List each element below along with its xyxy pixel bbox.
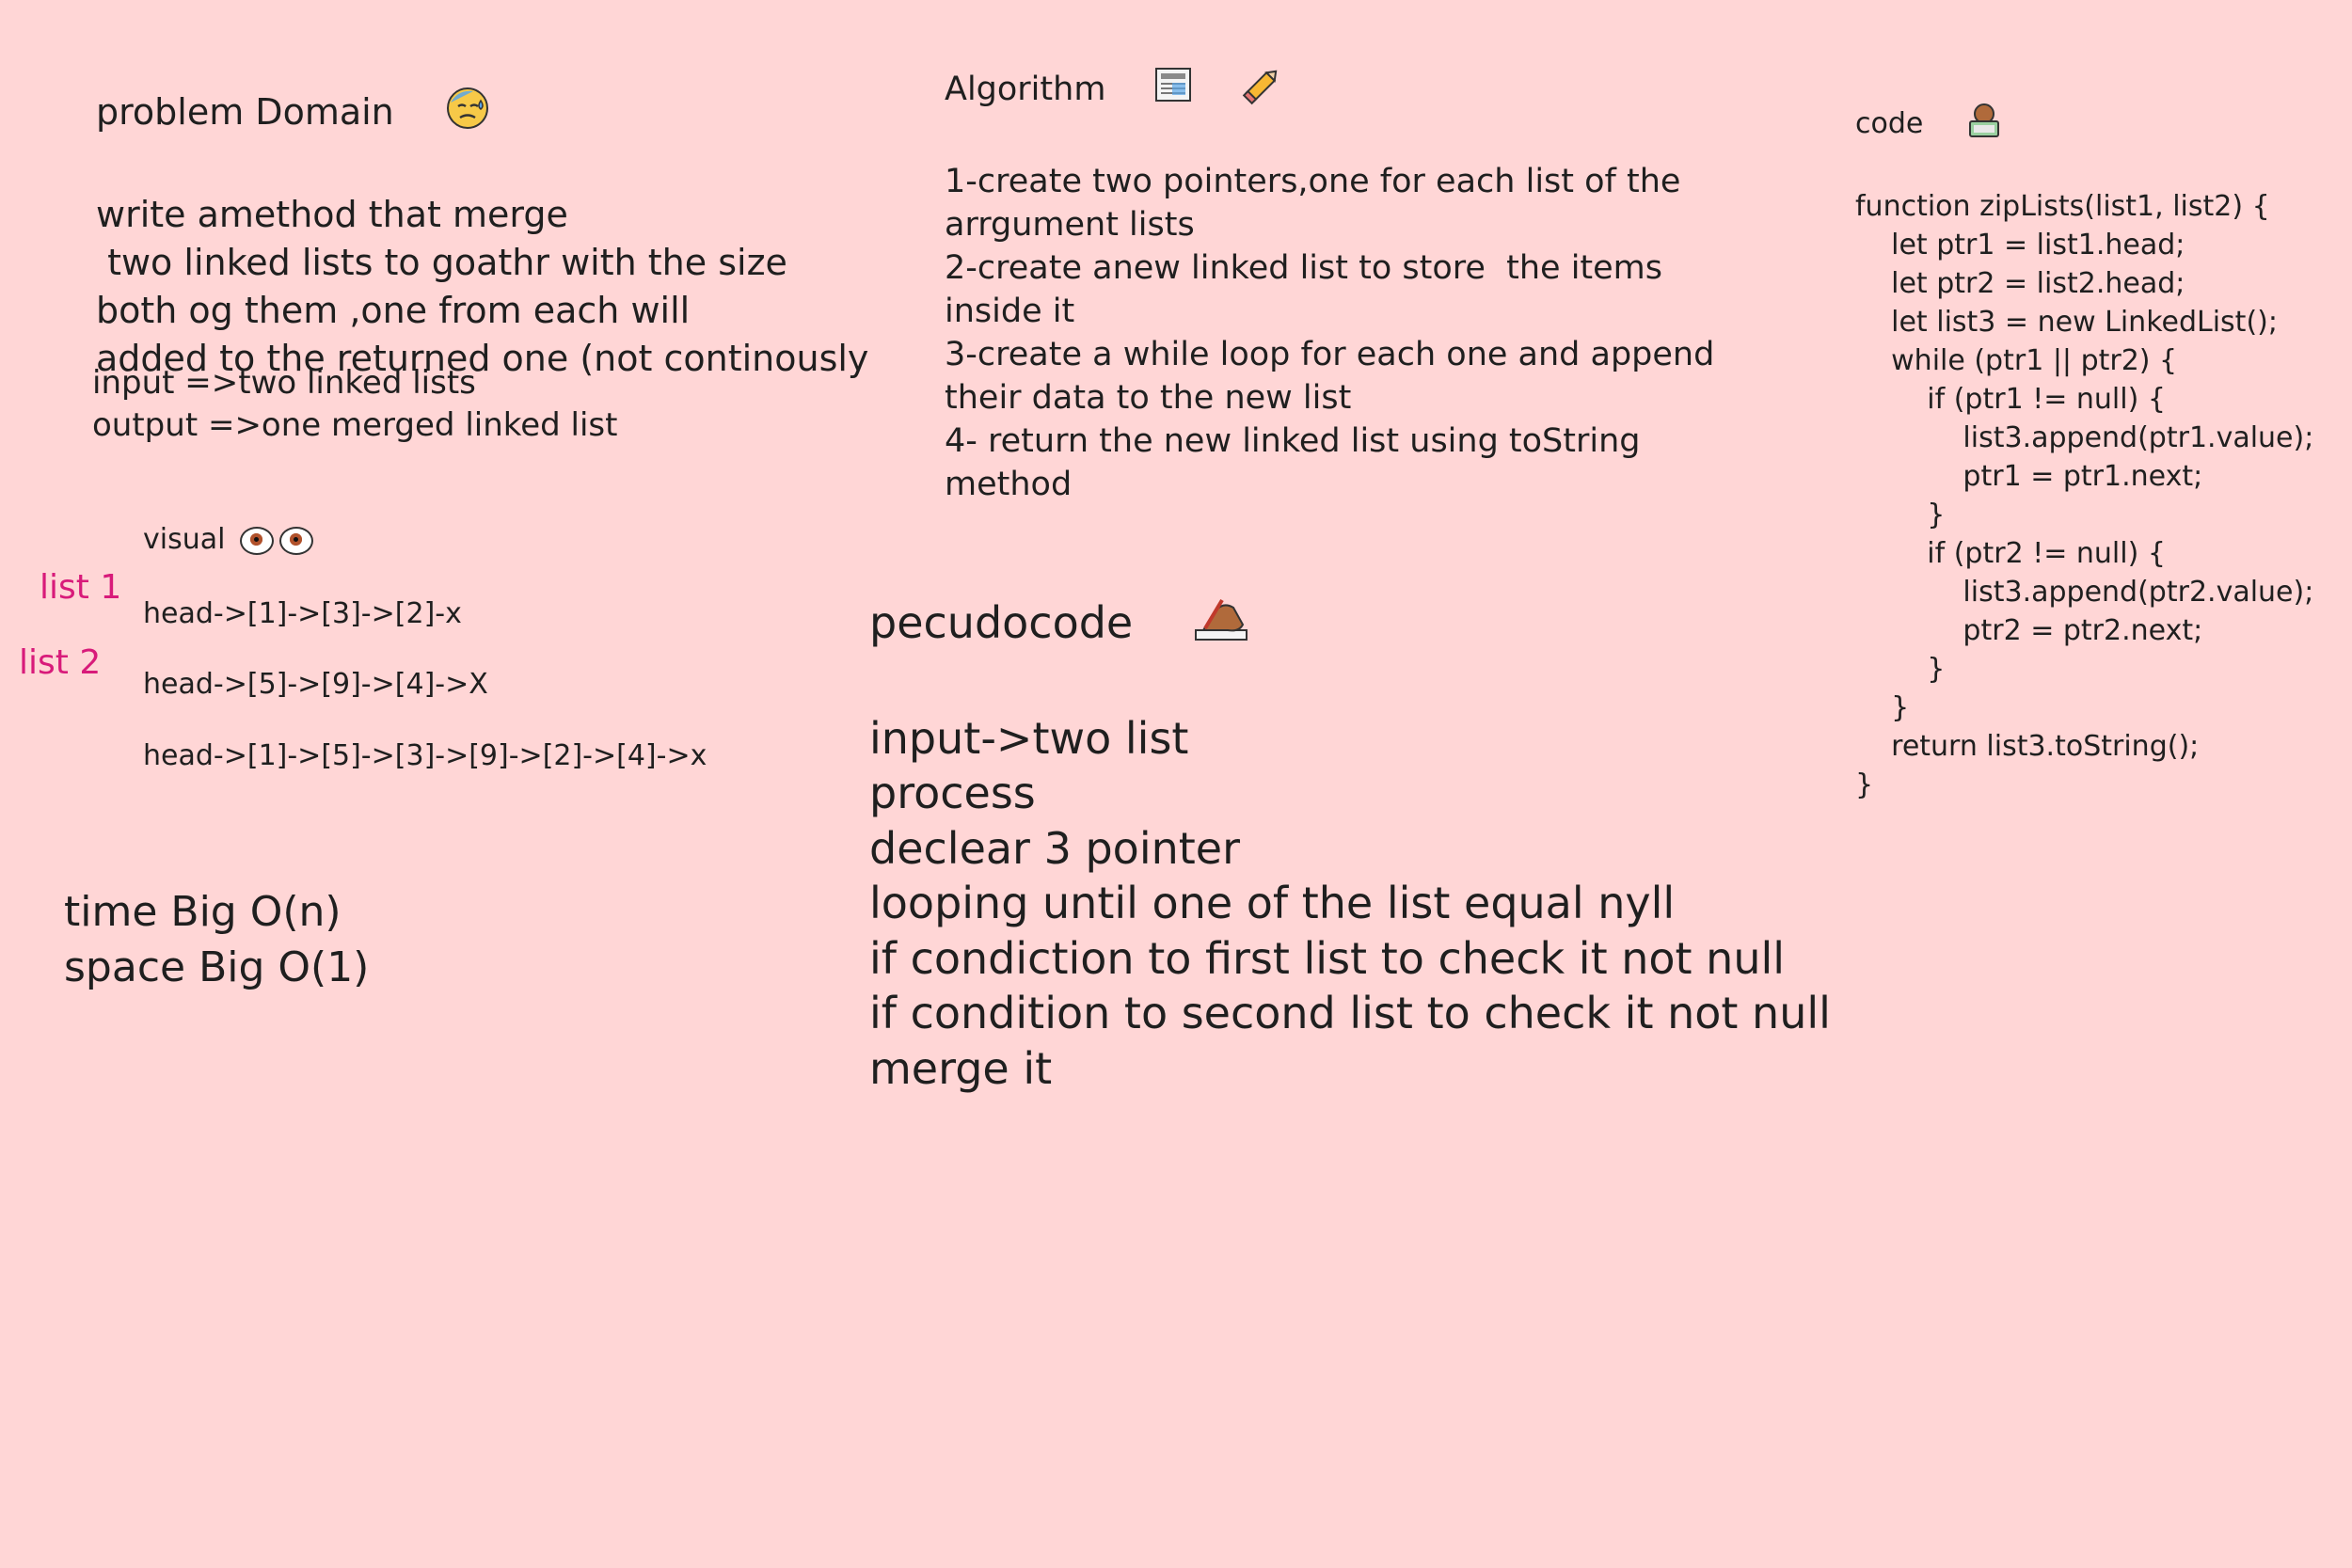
complexity-section: time Big O(n) space Big O(1)	[64, 884, 369, 995]
code-line: return list3.toString();	[1855, 730, 2200, 763]
code-line: }	[1855, 499, 1946, 531]
code-line: }	[1855, 768, 1874, 801]
pencil-icon	[1200, 21, 1284, 160]
list-2-label: list 2	[19, 643, 102, 682]
algorithm-line: 2-create anew linked list to store the i…	[945, 249, 1663, 287]
pseudocode-line: merge it	[869, 1042, 1053, 1094]
time-complexity: time Big O(n)	[64, 888, 342, 936]
code-line: let list3 = new LinkedList();	[1855, 306, 2278, 339]
space-complexity: space Big O(1)	[64, 943, 370, 991]
algorithm-line: 4- return the new linked list using toSt…	[945, 422, 1641, 460]
pseudocode-title: pecudocode	[869, 541, 1831, 711]
code-line: ptr2 = ptr2.next;	[1855, 614, 2203, 647]
list-1-label: list 1	[40, 568, 122, 607]
pseudocode-line: process	[869, 768, 1036, 818]
list-1-row: head->[1]->[3]->[2]-x	[143, 597, 462, 630]
pseudocode-line: input->two list	[869, 712, 1189, 764]
algorithm-section: Algorithm 1-create two pointers,one for …	[945, 21, 1714, 506]
algorithm-line: method	[945, 466, 1073, 503]
code-line: let ptr2 = list2.head;	[1855, 267, 2185, 300]
problem-line: both og them ,one from each will	[96, 290, 691, 331]
algorithm-line: their data to the new list	[945, 379, 1352, 417]
writing-hand-icon	[1138, 541, 1248, 711]
code-section: code function zipLists(list1, list2) { l…	[1855, 62, 2313, 804]
code-line: }	[1855, 691, 1910, 724]
technologist-icon	[1929, 62, 2002, 187]
code-title: code	[1855, 62, 2313, 187]
code-line: }	[1855, 653, 1946, 686]
problem-domain-section: problem Domain write amethod that merge …	[96, 38, 868, 383]
input-output-section: input =>two linked lists output =>one me…	[92, 362, 617, 447]
algorithm-line: inside it	[945, 293, 1075, 330]
problem-domain-title: problem Domain	[96, 38, 868, 191]
input-text: input =>two linked lists	[92, 364, 476, 402]
problem-line: write amethod that merge	[96, 194, 568, 235]
pseudocode-section: pecudocode input->two list process decle…	[869, 541, 1831, 1096]
sad-sweat-face-icon	[400, 38, 490, 191]
code-line: function zipLists(list1, list2) {	[1855, 190, 2270, 223]
algorithm-line: 3-create a while loop for each one and a…	[945, 336, 1715, 373]
pseudocode-line: if condiction to first list to check it …	[869, 932, 1786, 984]
algorithm-line: 1-create two pointers,one for each list …	[945, 163, 1681, 200]
code-line: list3.append(ptr2.value);	[1855, 576, 2314, 609]
pseudocode-line: if condition to second list to check it …	[869, 988, 1831, 1038]
eyes-icon	[234, 523, 313, 556]
algorithm-title: Algorithm	[945, 21, 1714, 160]
code-line: if (ptr2 != null) {	[1855, 537, 2166, 570]
merged-list-row: head->[1]->[5]->[3]->[9]->[2]->[4]->x	[143, 739, 707, 772]
problem-line: two linked lists to goathr with the size	[96, 242, 787, 283]
code-line: list3.append(ptr1.value);	[1855, 421, 2314, 454]
algorithm-line: arrgument lists	[945, 206, 1195, 244]
pseudocode-line: looping until one of the list equal nyll	[869, 878, 1676, 928]
visual-title: visual	[143, 523, 313, 556]
output-text: output =>one merged linked list	[92, 406, 618, 444]
code-line: while (ptr1 || ptr2) {	[1855, 344, 2178, 377]
list-2-row: head->[5]->[9]->[4]->X	[143, 668, 488, 701]
code-line: if (ptr1 != null) {	[1855, 383, 2166, 416]
code-line: let ptr1 = list1.head;	[1855, 229, 2185, 261]
code-line: ptr1 = ptr1.next;	[1855, 460, 2203, 493]
pseudocode-line: declear 3 pointer	[869, 822, 1241, 874]
newspaper-icon	[1111, 23, 1195, 158]
